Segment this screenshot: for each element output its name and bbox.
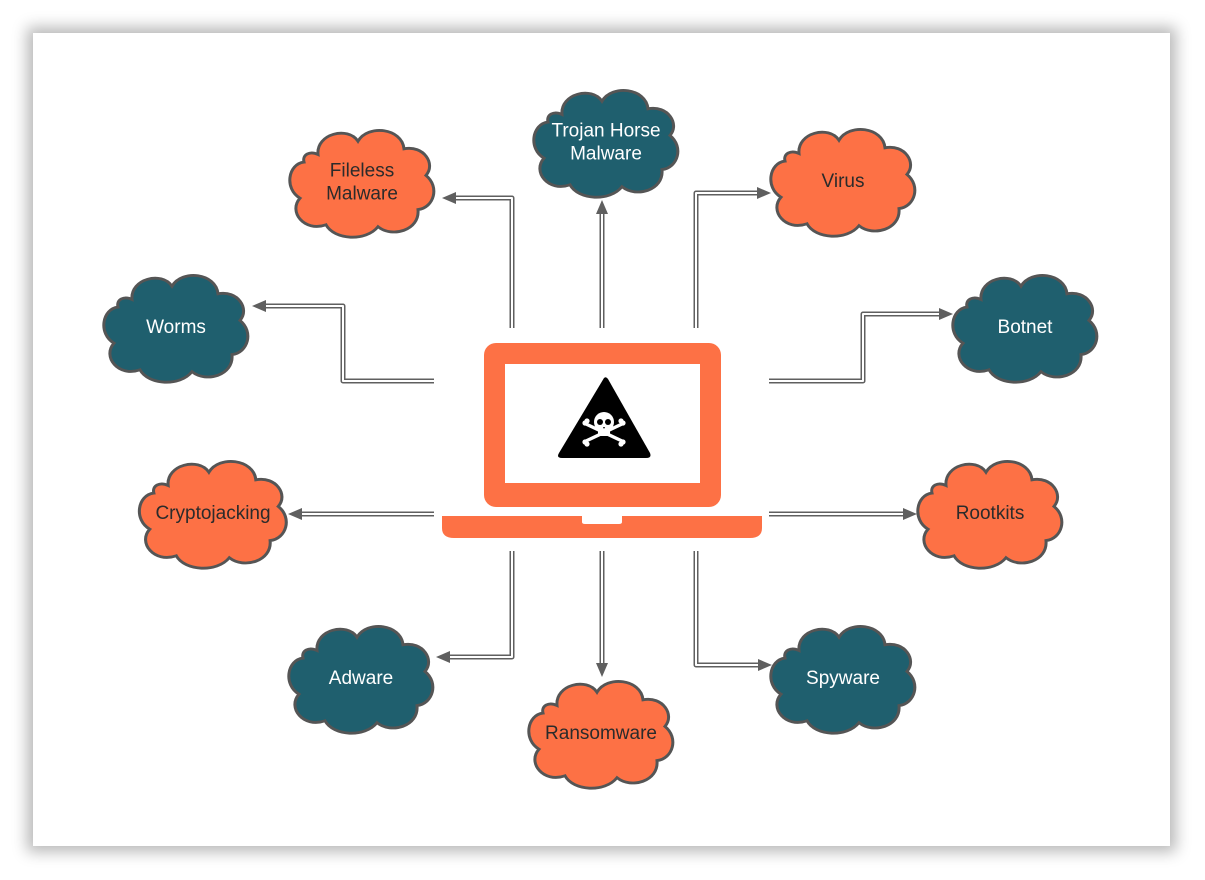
arrowhead-icon xyxy=(903,508,917,520)
arrowhead-icon xyxy=(288,508,302,520)
cloud-node-fileless-malware: FilelessMalware xyxy=(288,128,436,239)
cloud-node-botnet: Botnet xyxy=(951,273,1099,384)
connector-spyware xyxy=(693,551,772,671)
cloud-node-cryptojacking: Cryptojacking xyxy=(137,459,288,570)
arrowhead-icon xyxy=(939,308,953,320)
malware-types-diagram: FilelessMalwareTrojan HorseMalwareVirusW… xyxy=(102,88,1099,790)
laptop-icon xyxy=(442,343,762,538)
cloud-label: Virus xyxy=(822,171,865,192)
cloud-node-spyware: Spyware xyxy=(769,624,917,735)
arrowhead-icon xyxy=(757,187,771,199)
cloud-node-trojan-horse-malware: Trojan HorseMalware xyxy=(532,88,680,199)
cloud-label: Malware xyxy=(326,184,398,205)
connector-botnet xyxy=(769,308,953,384)
connector-cryptojacking xyxy=(288,508,434,520)
connector-virus xyxy=(693,187,771,328)
connector-trojan-horse-malware xyxy=(596,200,608,328)
cloud-label: Ransomware xyxy=(545,723,657,744)
cloud-label: Cryptojacking xyxy=(155,503,270,524)
arrowhead-icon xyxy=(758,659,772,671)
arrowhead-icon xyxy=(436,651,450,663)
cloud-label: Rootkits xyxy=(956,503,1025,524)
cloud-node-rootkits: Rootkits xyxy=(916,459,1064,570)
cloud-label: Worms xyxy=(146,317,206,338)
cloud-node-worms: Worms xyxy=(102,273,250,384)
cloud-node-adware: Adware xyxy=(287,624,435,735)
cloud-label: Adware xyxy=(329,668,393,689)
cloud-label: Spyware xyxy=(806,668,880,689)
cloud-label: Fileless xyxy=(330,161,394,182)
arrowhead-icon xyxy=(442,192,456,204)
arrowhead-icon xyxy=(596,663,608,677)
cloud-node-ransomware: Ransomware xyxy=(527,679,675,790)
cloud-node-virus: Virus xyxy=(769,127,917,238)
arrowhead-icon xyxy=(252,300,266,312)
cloud-label: Botnet xyxy=(998,317,1054,338)
connector-adware xyxy=(436,551,515,663)
connector-fileless-malware xyxy=(442,192,515,328)
cloud-label: Malware xyxy=(570,144,642,165)
arrowhead-icon xyxy=(596,200,608,214)
connector-ransomware xyxy=(596,551,608,677)
laptop-base xyxy=(442,516,762,538)
connector-worms xyxy=(252,300,434,384)
cloud-label: Trojan Horse xyxy=(551,121,660,142)
connector-rootkits xyxy=(769,508,917,520)
